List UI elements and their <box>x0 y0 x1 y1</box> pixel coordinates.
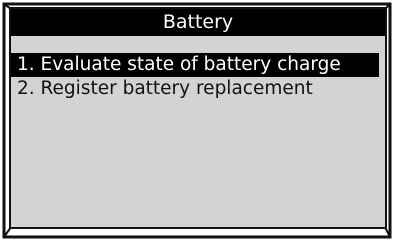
device-frame: Battery 1. Evaluate state of battery cha… <box>0 0 394 241</box>
menu-item-evaluate-charge[interactable]: 1. Evaluate state of battery charge <box>11 53 379 77</box>
screen-title: Battery <box>11 9 385 36</box>
menu-item-register-replacement[interactable]: 2. Register battery replacement <box>11 77 379 101</box>
lcd-screen: Battery 1. Evaluate state of battery cha… <box>11 9 385 227</box>
